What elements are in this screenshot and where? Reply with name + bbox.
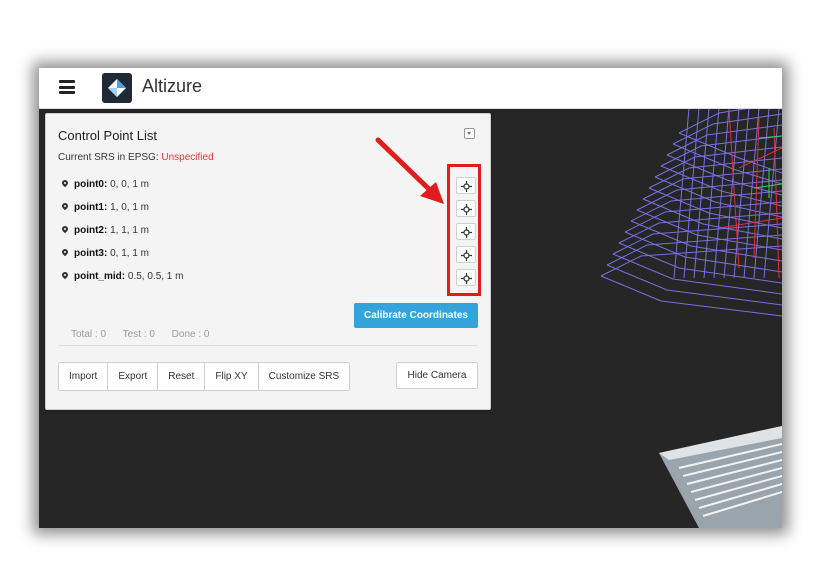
flip-xy-button[interactable]: Flip XY [205, 363, 259, 390]
action-button-group: Import Export Reset Flip XY Customize SR… [58, 362, 351, 391]
stat-done: Done : 0 [171, 329, 210, 340]
srs-value[interactable]: Unspecified [161, 152, 213, 163]
point-name: point1: [74, 202, 108, 213]
import-button[interactable]: Import [59, 363, 109, 390]
point-coords: 0, 0, 1 m [110, 179, 150, 190]
map-pin-icon [60, 270, 70, 280]
point-name: point3: [74, 248, 108, 259]
control-point-row: point0: 0, 0, 1 m [60, 178, 150, 192]
point-name: point0: [74, 179, 108, 190]
panel-title: Control Point List [58, 128, 157, 143]
control-point-row: point1: 1, 0, 1 m [60, 201, 150, 215]
control-point-row: point_mid: 0.5, 0.5, 1 m [60, 270, 184, 284]
control-point-row: point2: 1, 1, 1 m [60, 224, 150, 238]
collapse-icon[interactable] [464, 128, 475, 139]
point-coords: 0.5, 0.5, 1 m [127, 271, 184, 282]
annotation-highlight-box [447, 164, 481, 296]
map-pin-icon [60, 201, 70, 211]
map-pin-icon [60, 224, 70, 234]
export-button[interactable]: Export [108, 363, 159, 390]
stat-total: Total : 0 [71, 329, 107, 340]
stats-line: Total : 0 Test : 0 Done : 0 [71, 329, 223, 340]
point-name: point_mid: [74, 271, 126, 282]
calibrate-coordinates-button[interactable]: Calibrate Coordinates [354, 303, 478, 328]
wireframe-mesh [600, 108, 782, 317]
annotation-arrow-icon [375, 137, 444, 204]
srs-line: Current SRS in EPSG: Unspecified [58, 152, 214, 163]
stat-test: Test : 0 [122, 329, 155, 340]
reset-button[interactable]: Reset [158, 363, 206, 390]
point-coords: 0, 1, 1 m [110, 248, 150, 259]
photo-fragment [659, 426, 782, 528]
divider [58, 345, 478, 346]
app-logo [102, 73, 132, 103]
hide-camera-button[interactable]: Hide Camera [396, 362, 478, 389]
top-bar: Altizure [39, 68, 782, 109]
app-title: Altizure [142, 76, 203, 96]
customize-srs-button[interactable]: Customize SRS [258, 363, 350, 390]
map-pin-icon [60, 247, 70, 257]
hamburger-icon[interactable] [59, 80, 75, 94]
point-name: point2: [74, 225, 108, 236]
control-point-row: point3: 0, 1, 1 m [60, 247, 150, 261]
map-pin-icon [60, 178, 70, 188]
point-coords: 1, 1, 1 m [110, 225, 150, 236]
srs-label: Current SRS in EPSG: [58, 152, 159, 163]
point-coords: 1, 0, 1 m [110, 202, 150, 213]
